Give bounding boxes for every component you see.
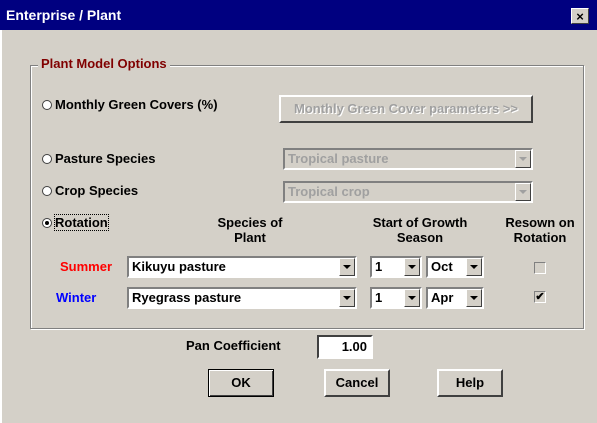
chevron-down-icon xyxy=(515,183,531,201)
winter-day-select[interactable]: 1 xyxy=(370,287,422,309)
radio-button-icon xyxy=(42,185,52,196)
chevron-down-icon xyxy=(466,258,482,276)
radio-monthly-green-covers[interactable]: Monthly Green Covers (%) xyxy=(42,97,218,112)
crop-species-select[interactable]: Tropical crop xyxy=(283,181,533,203)
summer-month-value: Oct xyxy=(431,259,453,274)
summer-month-select[interactable]: Oct xyxy=(426,256,484,278)
pasture-species-select[interactable]: Tropical pasture xyxy=(283,148,533,170)
chevron-down-icon xyxy=(404,289,420,307)
radio-pasture-label: Pasture Species xyxy=(55,151,156,166)
chevron-down-icon xyxy=(339,289,355,307)
winter-month-value: Apr xyxy=(431,290,454,305)
chevron-down-icon xyxy=(404,258,420,276)
window-edge xyxy=(0,30,2,423)
radio-button-selected-icon xyxy=(42,217,52,228)
season-label-summer: Summer xyxy=(60,259,113,274)
summer-species-value: Kikuyu pasture xyxy=(132,259,226,274)
resown-header: Resown on Rotation xyxy=(505,215,575,245)
winter-day-value: 1 xyxy=(375,290,383,305)
winter-species-value: Ryegrass pasture xyxy=(132,290,242,305)
summer-species-select[interactable]: Kikuyu pasture xyxy=(127,256,357,278)
close-icon: × xyxy=(576,9,584,24)
winter-resown-checkbox[interactable]: ✔ xyxy=(534,291,546,303)
radio-rotation-label: Rotation xyxy=(54,214,109,231)
season-label-winter: Winter xyxy=(56,290,97,305)
pasture-species-value: Tropical pasture xyxy=(288,151,389,166)
summer-day-value: 1 xyxy=(375,259,383,274)
pan-coefficient-label: Pan Coefficient xyxy=(186,338,281,353)
radio-monthly-label: Monthly Green Covers (%) xyxy=(55,97,218,112)
window-title: Enterprise / Plant xyxy=(6,7,122,23)
radio-pasture-species[interactable]: Pasture Species xyxy=(42,151,155,166)
chevron-down-icon xyxy=(339,258,355,276)
radio-crop-label: Crop Species xyxy=(55,183,139,198)
group-legend: Plant Model Options xyxy=(38,56,170,71)
chevron-down-icon xyxy=(515,150,531,168)
winter-month-select[interactable]: Apr xyxy=(426,287,484,309)
radio-rotation[interactable]: Rotation xyxy=(42,214,109,231)
monthly-green-cover-parameters-button[interactable]: Monthly Green Cover parameters >> xyxy=(279,95,533,123)
cancel-button[interactable]: Cancel xyxy=(324,369,390,397)
summer-day-select[interactable]: 1 xyxy=(370,256,422,278)
radio-button-icon xyxy=(42,99,52,110)
title-bar: Enterprise / Plant × xyxy=(0,0,597,30)
close-button[interactable]: × xyxy=(571,8,589,24)
pan-coefficient-input[interactable]: 1.00 xyxy=(317,335,373,359)
radio-crop-species[interactable]: Crop Species xyxy=(42,183,138,198)
summer-resown-checkbox[interactable] xyxy=(534,262,546,274)
help-button[interactable]: Help xyxy=(437,369,503,397)
species-header: Species of Plant xyxy=(217,215,283,245)
ok-button[interactable]: OK xyxy=(208,369,274,397)
crop-species-value: Tropical crop xyxy=(288,184,370,199)
start-season-header: Start of Growth Season xyxy=(372,215,468,245)
radio-button-icon xyxy=(42,153,52,164)
winter-species-select[interactable]: Ryegrass pasture xyxy=(127,287,357,309)
chevron-down-icon xyxy=(466,289,482,307)
